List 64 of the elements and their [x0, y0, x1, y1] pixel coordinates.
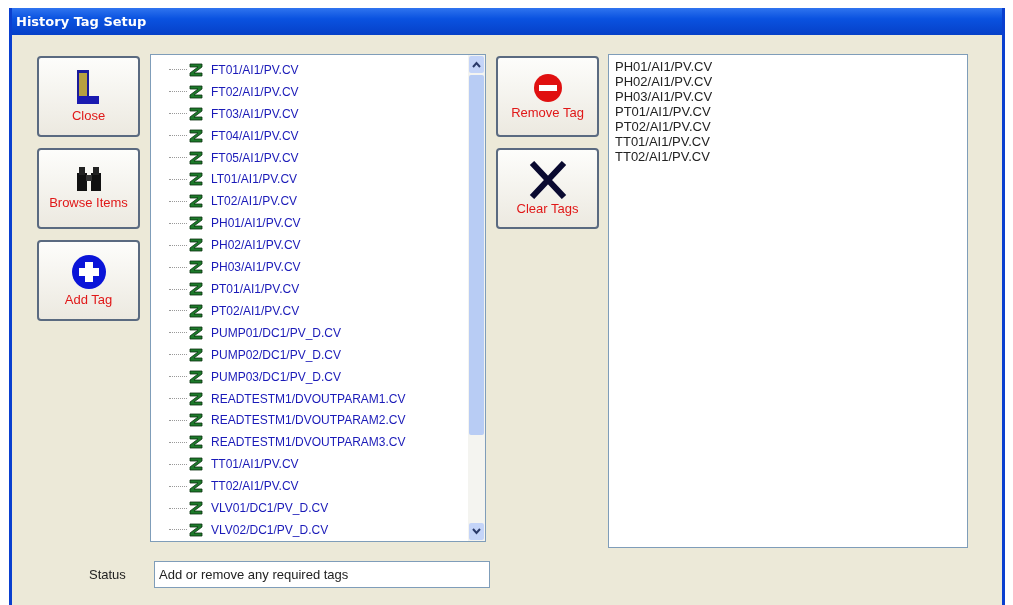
- window-title: History Tag Setup: [16, 14, 147, 29]
- tree-item[interactable]: FT04/AI1/PV.CV: [211, 128, 299, 143]
- add-button[interactable]: Add Tag: [37, 240, 140, 321]
- tag-icon: [189, 303, 203, 318]
- tree-item[interactable]: PH01/AI1/PV.CV: [211, 216, 301, 231]
- plus-icon: [70, 254, 107, 290]
- list-item[interactable]: PT02/AI1/PV.CV: [615, 119, 967, 134]
- list-item[interactable]: PH03/AI1/PV.CV: [615, 89, 967, 104]
- tag-icon: [189, 128, 203, 143]
- tag-icon: [189, 62, 203, 77]
- tree-item[interactable]: READTESTM1/DVOUTPARAM1.CV: [211, 391, 406, 406]
- tag-icon: [189, 435, 203, 450]
- tag-icon: [189, 238, 203, 253]
- status-label: Status: [88, 567, 127, 582]
- tag-icon: [189, 282, 203, 296]
- tag-icon: [189, 413, 203, 428]
- tree-item[interactable]: PUMP01/DC1/PV_D.CV: [211, 325, 342, 340]
- tag-icon: [189, 325, 203, 340]
- tree-item[interactable]: PT02/AI1/PV.CV: [211, 303, 300, 318]
- binoculars-icon: [74, 167, 103, 193]
- list-item[interactable]: PH02/AI1/PV.CV: [615, 74, 967, 89]
- tree-item[interactable]: LT01/AI1/PV.CV: [211, 172, 298, 187]
- tree-item[interactable]: PUMP02/DC1/PV_D.CV: [211, 347, 342, 362]
- tree-item[interactable]: PH02/AI1/PV.CV: [211, 238, 301, 253]
- no-entry-icon: [532, 73, 563, 103]
- tree-item[interactable]: READTESTM1/DVOUTPARAM3.CV: [211, 435, 406, 450]
- tree-item[interactable]: FT05/AI1/PV.CV: [211, 150, 299, 165]
- tag-icon: [189, 523, 203, 537]
- clear-button[interactable]: Clear Tags: [496, 148, 599, 229]
- scrollbar[interactable]: [468, 55, 485, 541]
- tag-icon: [189, 501, 203, 516]
- tag-icon: [189, 172, 203, 187]
- tree-item[interactable]: FT02/AI1/PV.CV: [211, 84, 299, 99]
- tag-icon: [189, 150, 203, 165]
- tag-icon: [189, 194, 203, 209]
- tag-icon: [189, 106, 203, 121]
- tag-icon: [189, 84, 203, 99]
- remove-button[interactable]: Remove Tag: [496, 56, 599, 137]
- list-item[interactable]: PH01/AI1/PV.CV: [615, 59, 967, 74]
- tree-item[interactable]: PH03/AI1/PV.CV: [211, 260, 301, 275]
- tag-icon: [189, 391, 203, 406]
- tag-icon: [189, 216, 203, 231]
- tag-icon: [189, 457, 203, 472]
- list-item[interactable]: PT01/AI1/PV.CV: [615, 104, 967, 119]
- list-item[interactable]: TT02/AI1/PV.CV: [615, 149, 967, 164]
- tag-icon: [189, 479, 203, 494]
- tree-item[interactable]: FT03/AI1/PV.CV: [211, 106, 299, 121]
- browse-button[interactable]: Browse Items: [37, 148, 140, 229]
- tree-item[interactable]: TT02/AI1/PV.CV: [211, 479, 299, 494]
- cross-icon: [527, 161, 568, 199]
- tree-item[interactable]: READTESTM1/DVOUTPARAM2.CV: [211, 413, 406, 428]
- tag-icon: [189, 347, 203, 362]
- tree-item[interactable]: PT01/AI1/PV.CV: [211, 282, 300, 296]
- tree-item[interactable]: TT01/AI1/PV.CV: [211, 457, 299, 472]
- close-button[interactable]: Close: [37, 56, 140, 137]
- list-item[interactable]: TT01/AI1/PV.CV: [615, 134, 967, 149]
- tag-icon: [189, 260, 203, 275]
- tree-item[interactable]: VLV02/DC1/PV_D.CV: [211, 523, 329, 537]
- tree-item[interactable]: FT01/AI1/PV.CV: [211, 62, 299, 77]
- status-field[interactable]: Add or remove any required tags: [154, 561, 490, 588]
- tree-item[interactable]: VLV01/DC1/PV_D.CV: [211, 501, 329, 516]
- tree-item[interactable]: PUMP03/DC1/PV_D.CV: [211, 369, 342, 384]
- tag-icon: [189, 369, 203, 384]
- tree-item[interactable]: LT02/AI1/PV.CV: [211, 194, 298, 209]
